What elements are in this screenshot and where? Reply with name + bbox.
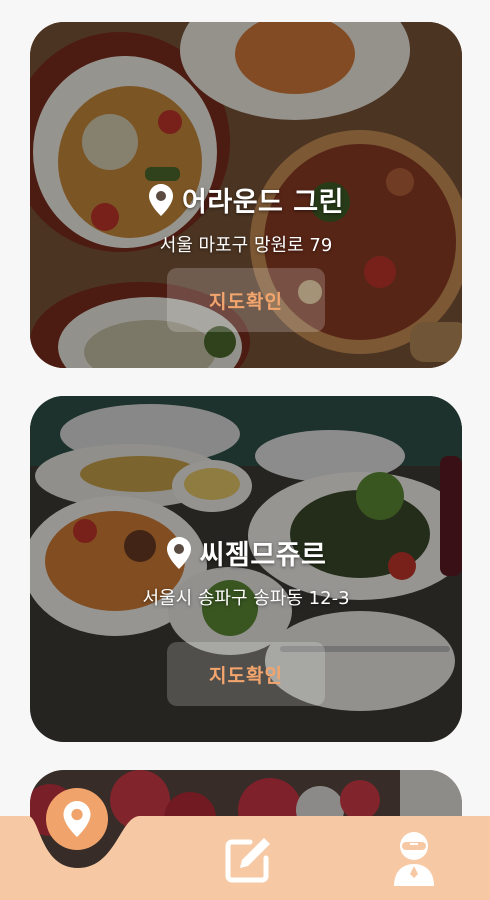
map-check-button[interactable]: 지도확인 [167, 642, 325, 706]
location-pin-icon [63, 801, 91, 837]
location-pin-icon [166, 536, 191, 569]
restaurant-card[interactable]: 어라운드 그린 서울 마포구 망원로 79 지도확인 [30, 22, 462, 368]
restaurant-card[interactable]: 씨젬므쥬르 서울시 송파구 송파동 12-3 지도확인 [30, 396, 462, 742]
restaurant-name-row: 씨젬므쥬르 [30, 533, 462, 572]
nav-home-button[interactable] [46, 788, 108, 850]
bottom-navigation [0, 788, 490, 900]
edit-icon [225, 838, 270, 883]
restaurant-address: 서울 마포구 망원로 79 [159, 235, 333, 256]
location-pin-icon [149, 183, 174, 216]
map-check-button[interactable]: 지도확인 [167, 268, 325, 332]
nav-profile-button[interactable] [384, 828, 444, 890]
restaurant-name-row: 어라운드 그린 [30, 180, 462, 219]
nav-write-button[interactable] [218, 830, 278, 890]
restaurant-name: 씨젬므쥬르 [199, 540, 327, 571]
restaurant-info: 어라운드 그린 서울 마포구 망원로 79 [30, 180, 462, 257]
restaurant-info: 씨젬므쥬르 서울시 송파구 송파동 12-3 [30, 533, 462, 610]
user-icon [394, 832, 434, 886]
restaurant-address: 서울시 송파구 송파동 12-3 [142, 588, 350, 609]
restaurant-name: 어라운드 그린 [182, 187, 344, 218]
